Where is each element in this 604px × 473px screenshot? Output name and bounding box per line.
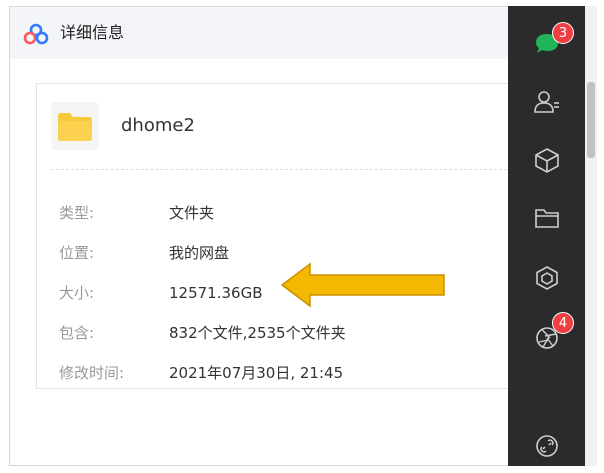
sidebar-item-chat[interactable]: 3 — [520, 22, 574, 64]
sidebar-item-files[interactable] — [520, 198, 572, 238]
title-bar: 详细信息 — [10, 7, 508, 59]
link-icon — [536, 435, 558, 457]
screen: 详细信息 dhome2 类型: 文件夹 位置: 我的网盘 大小: 12571.3… — [0, 0, 604, 473]
aperture-badge: 4 — [552, 312, 574, 334]
chat-badge: 3 — [552, 22, 574, 44]
sidebar-item-hexagon[interactable] — [520, 258, 572, 298]
divider — [51, 169, 508, 170]
type-value: 文件夹 — [169, 204, 215, 222]
contains-value: 832个文件,2535个文件夹 — [169, 324, 346, 342]
window-title: 详细信息 — [60, 23, 125, 42]
sidebar-item-link[interactable] — [520, 426, 572, 466]
annotation-arrow-icon — [280, 262, 445, 308]
folder-icon — [535, 209, 559, 228]
file-name: dhome2 — [121, 115, 195, 136]
file-info-card: dhome2 类型: 文件夹 位置: 我的网盘 大小: 12571.36GB 包… — [36, 83, 508, 389]
modified-time-value: 2021年07月30日, 21:45 — [169, 364, 344, 382]
file-thumbnail — [51, 102, 99, 150]
scrollbar-thumb[interactable] — [587, 82, 595, 158]
location-value: 我的网盘 — [169, 244, 230, 262]
scrollbar-track[interactable] — [585, 6, 597, 466]
cube-icon — [535, 148, 559, 173]
sidebar-item-cube[interactable] — [520, 140, 572, 180]
sidebar-item-contacts[interactable] — [520, 82, 572, 122]
sidebar-item-aperture[interactable]: 4 — [520, 312, 574, 358]
size-value: 12571.36GB — [169, 284, 263, 302]
type-label: 类型: — [59, 204, 95, 222]
app-logo-icon — [23, 23, 49, 45]
hexagon-icon — [536, 266, 558, 290]
size-label: 大小: — [59, 284, 95, 302]
folder-icon — [58, 113, 92, 141]
contacts-icon — [534, 91, 559, 113]
location-label: 位置: — [59, 244, 95, 262]
modified-time-label: 修改时间: — [59, 364, 125, 382]
contains-label: 包含: — [59, 324, 95, 342]
detail-window: 详细信息 dhome2 类型: 文件夹 位置: 我的网盘 大小: 12571.3… — [9, 6, 508, 466]
